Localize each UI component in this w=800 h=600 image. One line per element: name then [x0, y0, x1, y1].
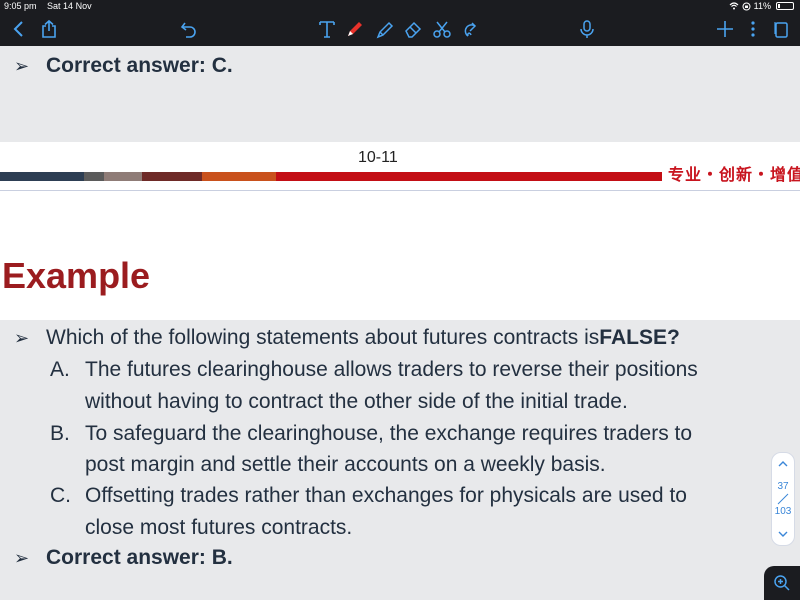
microphone-icon[interactable] — [576, 18, 598, 40]
status-bar-right: 11% — [729, 0, 794, 12]
text-tool-icon[interactable] — [316, 18, 338, 40]
chevron-down-icon[interactable] — [776, 527, 790, 541]
correct-answer: ➢ Correct answer: B. — [14, 546, 233, 570]
footer-bar-segment — [84, 172, 104, 181]
previous-answer-text: Correct answer: C. — [46, 54, 233, 77]
previous-answer: ➢ Correct answer: C. — [14, 54, 233, 78]
more-icon[interactable] — [742, 18, 764, 40]
lasso-icon[interactable] — [458, 18, 480, 40]
total-pages: 103 — [774, 506, 792, 517]
slide-page-number: 10-11 — [358, 149, 398, 166]
footer-bar-segment — [276, 172, 662, 181]
footer-motto: 专业・创新・增值 — [668, 167, 800, 184]
option-text: To safeguard the clearinghouse, the exch… — [85, 422, 693, 445]
battery-icon — [776, 2, 794, 10]
option-a: A. The futures clearinghouse allows trade… — [50, 358, 698, 382]
slide-footer: 10-11 专业・创新・增值 — [0, 142, 800, 192]
eraser-icon[interactable] — [402, 18, 424, 40]
battery-percent: 11% — [753, 1, 771, 11]
zoom-in-icon — [774, 575, 790, 591]
page-slash-icon — [777, 493, 789, 505]
option-c-continued: close most futures contracts. — [85, 516, 353, 539]
bullet-arrow-icon: ➢ — [14, 327, 30, 348]
page-divider — [0, 190, 800, 191]
option-letter: B. — [50, 422, 70, 445]
pdf-viewer: 9:05 pm Sat 14 Nov 11% ➢ Correct answer:… — [0, 0, 800, 600]
current-page: 37 — [777, 481, 789, 492]
slide-content: ➢ Which of the following statements abou… — [0, 320, 800, 600]
top-toolbar: 9:05 pm Sat 14 Nov 11% — [0, 0, 800, 46]
zoom-button[interactable] — [764, 566, 800, 600]
footer-bar-segment — [142, 172, 202, 181]
page-scroller[interactable]: 37 103 — [771, 452, 795, 546]
question-text: Which of the following statements about … — [46, 326, 600, 349]
back-icon[interactable] — [8, 18, 30, 40]
highlighter-icon[interactable] — [374, 18, 396, 40]
correct-answer-text: Correct answer: B. — [46, 546, 233, 569]
option-letter: C. — [50, 484, 71, 507]
undo-icon[interactable] — [178, 18, 200, 40]
footer-bar-segment — [104, 172, 142, 181]
scissors-icon[interactable] — [431, 18, 453, 40]
option-letter: A. — [50, 358, 70, 381]
option-a-continued: without having to contract the other sid… — [85, 390, 628, 413]
orientation-lock-icon — [742, 2, 751, 10]
option-text: Offsetting trades rather than exchanges … — [85, 484, 687, 507]
question: ➢ Which of the following statements abou… — [14, 326, 680, 350]
option-text: The futures clearinghouse allows traders… — [85, 358, 698, 381]
wifi-icon — [729, 2, 739, 10]
status-time: 9:05 pm — [4, 1, 37, 11]
option-c: C. Offsetting trades rather than exchange… — [50, 484, 687, 508]
footer-bar-segment — [0, 172, 84, 181]
question-emphasis: FALSE? — [599, 326, 680, 349]
slide-previous: ➢ Correct answer: C. — [0, 46, 800, 142]
bullet-arrow-icon: ➢ — [14, 55, 30, 76]
bullet-arrow-icon: ➢ — [14, 547, 30, 568]
status-bar-left: 9:05 pm Sat 14 Nov — [4, 0, 100, 12]
chevron-up-icon[interactable] — [776, 457, 790, 471]
option-b-continued: post margin and settle their accounts on… — [85, 453, 606, 476]
slide-title: Example — [2, 255, 151, 296]
option-b: B. To safeguard the clearinghouse, the ex… — [50, 422, 692, 446]
footer-bar-segment — [202, 172, 276, 181]
share-icon[interactable] — [38, 18, 60, 40]
pen-icon[interactable] — [344, 18, 366, 40]
pages-icon[interactable] — [770, 18, 792, 40]
add-icon[interactable] — [714, 18, 736, 40]
status-date: Sat 14 Nov — [47, 1, 92, 11]
